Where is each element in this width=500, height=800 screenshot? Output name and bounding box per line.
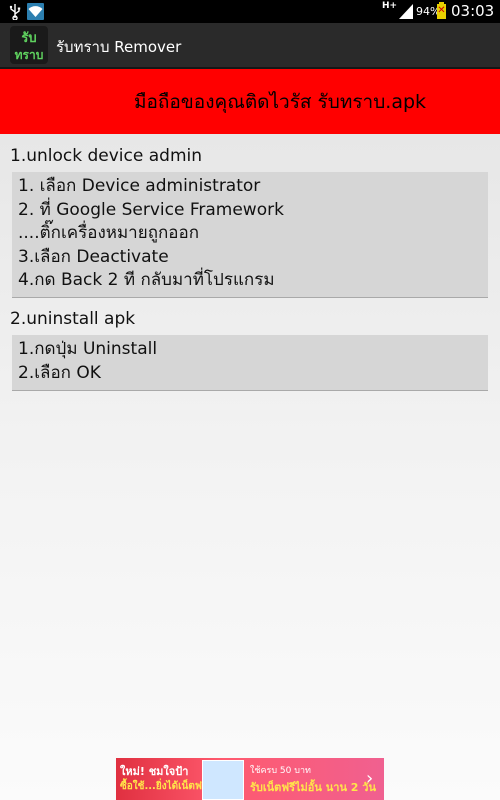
status-bar: H+ 94% ✕ 03:03 (0, 0, 500, 23)
unlock-admin-instructions: 1. เลือก Device administrator 2. ที่ Goo… (12, 172, 488, 298)
app-title: รับทราบ Remover (56, 38, 182, 56)
instruction-line: 1. เลือก Device administrator (18, 176, 261, 196)
usb-icon (9, 4, 21, 20)
chevron-right-icon: › (366, 768, 374, 789)
svg-text:ทราบ: ทราบ (15, 48, 44, 62)
instruction-line: 3.เลือก Deactivate (18, 246, 169, 267)
virus-warning-banner: มือถือของคุณติดไวรัส รับทราบ.apk (0, 69, 500, 134)
section-title-uninstall: 2.uninstall apk (10, 309, 136, 329)
ad-phone-image (202, 760, 244, 800)
uninstall-instructions: 1.กดปุ่ม Uninstall 2.เลือก OK (12, 335, 488, 391)
instruction-line: 4.กด Back 2 ที กลับมาที่โปรแกรม (18, 270, 275, 290)
ad-subline: ซื้อใช้...ยิ่งได้เน็ตฟรี (120, 781, 208, 792)
signal-icon (399, 4, 413, 19)
instruction-line: ....ติ๊กเครื่องหมายถูกออก (18, 223, 199, 243)
app-icon[interactable]: รับ ทราบ (10, 26, 48, 64)
network-type-indicator: H+ (382, 1, 398, 11)
ad-banner[interactable]: ใหม่! ชมใจป้า ซื้อใช้...ยิ่งได้เน็ตฟรี ใ… (116, 758, 384, 800)
instruction-line: 2.เลือก OK (18, 362, 101, 383)
battery-icon: ✕ (437, 2, 446, 19)
clock: 03:03 (451, 2, 495, 20)
virus-warning-text: มือถือของคุณติดไวรัส รับทราบ.apk (133, 90, 427, 113)
instruction-line: 2. ที่ Google Service Framework (18, 199, 284, 220)
instruction-line: 1.กดปุ่ม Uninstall (18, 339, 158, 359)
svg-text:รับ: รับ (21, 31, 36, 46)
section-title-unlock-admin: 1.unlock device admin (10, 146, 202, 166)
ad-offer-text: รับเน็ตฟรีไม่อั้น นาน 2 วัน (250, 781, 376, 794)
action-bar: รับ ทราบ รับทราบ Remover (0, 23, 500, 69)
ad-headline: ใหม่! ชมใจป้า (120, 765, 189, 778)
wifi-icon (27, 3, 44, 20)
ad-offer-condition: ใช้ครบ 50 บาท (250, 766, 311, 776)
